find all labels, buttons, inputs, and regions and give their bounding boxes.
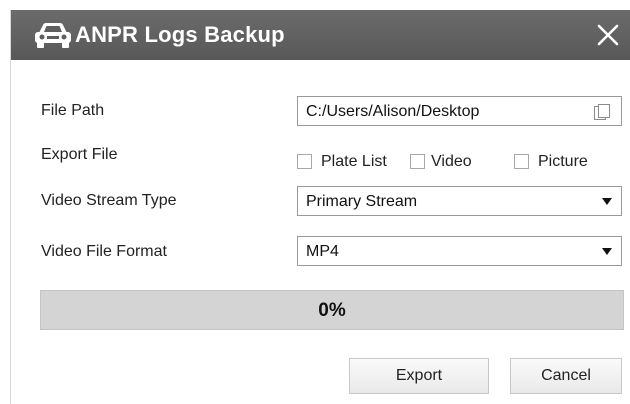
picture-checkbox[interactable] — [514, 154, 529, 169]
video-checkbox[interactable] — [410, 154, 425, 169]
dialog-title: ANPR Logs Backup — [75, 22, 285, 47]
picture-label: Picture — [538, 153, 588, 170]
cancel-button[interactable]: Cancel — [510, 358, 622, 394]
video-label: Video — [431, 153, 472, 170]
car-icon — [35, 23, 71, 48]
close-icon[interactable] — [595, 22, 621, 48]
video-file-format-value: MP4 — [306, 243, 339, 260]
plate-list-checkbox[interactable] — [297, 154, 312, 169]
chevron-down-icon — [602, 248, 612, 255]
progress-percent: 0% — [318, 300, 346, 321]
plate-list-label: Plate List — [321, 153, 387, 170]
video-stream-type-select[interactable]: Primary Stream — [297, 186, 622, 216]
folder-icon[interactable] — [593, 103, 611, 121]
video-stream-type-label: Video Stream Type — [41, 192, 177, 209]
export-button[interactable]: Export — [349, 358, 489, 394]
export-progress-bar: 0% — [40, 290, 624, 330]
file-path-field[interactable]: C:/Users/Alison/Desktop — [297, 96, 622, 126]
chevron-down-icon — [602, 198, 612, 205]
dialog-titlebar: ANPR Logs Backup — [11, 10, 630, 60]
file-path-label: File Path — [41, 102, 105, 119]
export-file-label: Export File — [41, 146, 118, 163]
video-file-format-select[interactable]: MP4 — [297, 236, 622, 266]
anpr-logs-backup-dialog: ANPR Logs Backup File Path C:/Users/Alis… — [10, 10, 630, 404]
video-stream-type-value: Primary Stream — [306, 193, 418, 210]
file-path-value: C:/Users/Alison/Desktop — [306, 103, 480, 120]
video-file-format-label: Video File Format — [41, 243, 167, 260]
